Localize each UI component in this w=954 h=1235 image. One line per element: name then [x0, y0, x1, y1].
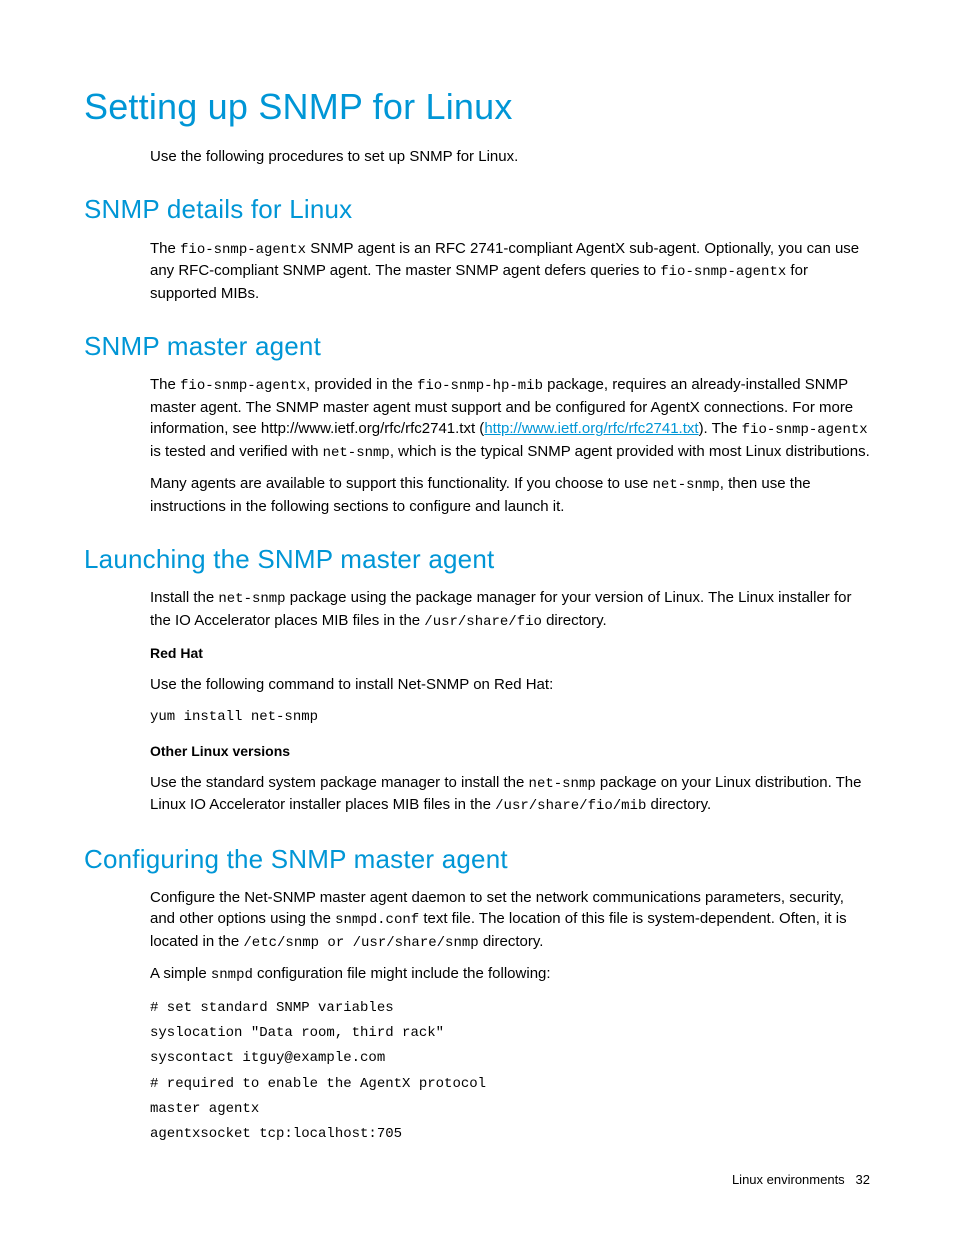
section-heading: Launching the SNMP master agent — [84, 541, 870, 577]
inline-code: /usr/share/fio/mib — [495, 798, 646, 814]
text: configuration file might include the fol… — [253, 965, 551, 982]
code-block: yum install net-snmp — [150, 705, 870, 730]
inline-code: fio-snmp-agentx — [180, 378, 306, 394]
inline-code: fio-snmp-agentx — [742, 422, 868, 438]
inline-code: net-snmp — [529, 776, 596, 792]
inline-code: net-snmp — [218, 591, 285, 607]
footer-section: Linux environments — [732, 1172, 845, 1187]
text: directory. — [542, 612, 607, 629]
text: The — [150, 240, 180, 257]
text: is tested and verified with — [150, 443, 323, 460]
inline-code: net-snmp — [323, 445, 390, 461]
body-paragraph: Use the standard system package manager … — [150, 772, 870, 817]
page-number: 32 — [856, 1172, 870, 1187]
section-heading: Configuring the SNMP master agent — [84, 841, 870, 877]
body-paragraph: A simple snmpd configuration file might … — [150, 963, 870, 986]
inline-code: fio-snmp-agentx — [180, 242, 306, 258]
intro-paragraph: Use the following procedures to set up S… — [150, 146, 870, 167]
body-paragraph: The fio-snmp-agentx, provided in the fio… — [150, 374, 870, 463]
text: A simple — [150, 965, 211, 982]
subheading-other-linux: Other Linux versions — [150, 742, 870, 762]
body-paragraph: Install the net-snmp package using the p… — [150, 587, 870, 632]
text: ). The — [699, 420, 742, 437]
text: Use the standard system package manager … — [150, 774, 529, 791]
inline-code: /etc/snmp or /usr/share/snmp — [243, 935, 478, 951]
inline-code: net-snmp — [653, 477, 720, 493]
code-block: # set standard SNMP variables syslocatio… — [150, 996, 870, 1147]
inline-code: fio-snmp-agentx — [660, 264, 786, 280]
text: , provided in the — [306, 376, 417, 393]
section-heading: SNMP master agent — [84, 328, 870, 364]
subheading-redhat: Red Hat — [150, 644, 870, 664]
text: The — [150, 376, 180, 393]
rfc-link[interactable]: http://www.ietf.org/rfc/rfc2741.txt — [484, 420, 698, 437]
body-paragraph: The fio-snmp-agentx SNMP agent is an RFC… — [150, 238, 870, 304]
inline-code: fio-snmp-hp-mib — [417, 378, 543, 394]
text: , which is the typical SNMP agent provid… — [390, 443, 870, 460]
page-footer: Linux environments 32 — [732, 1171, 870, 1189]
body-paragraph: Many agents are available to support thi… — [150, 473, 870, 517]
inline-code: snmpd — [211, 967, 253, 983]
page-title: Setting up SNMP for Linux — [84, 82, 870, 132]
text: directory. — [646, 796, 711, 813]
inline-code: /usr/share/fio — [424, 614, 542, 630]
text: Many agents are available to support thi… — [150, 475, 653, 492]
body-paragraph: Configure the Net-SNMP master agent daem… — [150, 887, 870, 953]
text: Install the — [150, 589, 218, 606]
body-paragraph: Use the following command to install Net… — [150, 674, 870, 695]
text: directory. — [479, 933, 544, 950]
inline-code: snmpd.conf — [335, 912, 419, 928]
section-heading: SNMP details for Linux — [84, 191, 870, 227]
